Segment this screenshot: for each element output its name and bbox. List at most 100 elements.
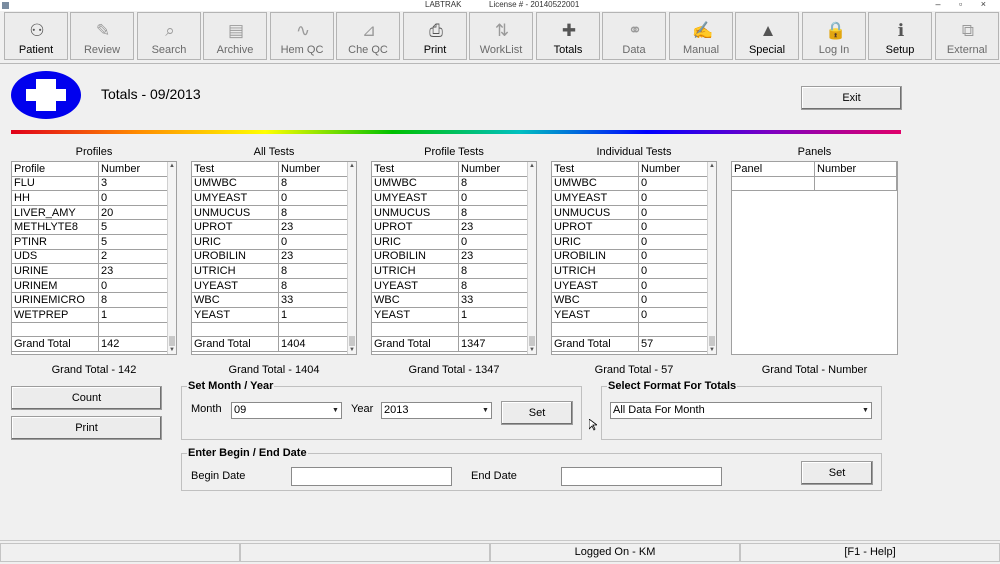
table-row[interactable]: UNMUCUS 8 (372, 205, 534, 221)
table-row[interactable]: UROBILIN 23 (192, 249, 354, 265)
table-row[interactable]: PTINR 5 (12, 234, 174, 250)
toolbar-archive-button[interactable]: ▤ Archive (203, 12, 267, 60)
scroll-up-icon[interactable]: ▲ (709, 163, 715, 169)
toolbar-che-qc-button[interactable]: ⊿ Che QC (336, 12, 400, 60)
table-row[interactable]: URINEM 0 (12, 278, 174, 294)
table-row[interactable]: UMYEAST 0 (552, 190, 714, 206)
table-row[interactable]: WETPREP 1 (12, 307, 174, 323)
table-row[interactable]: WBC 33 (192, 292, 354, 308)
print-button[interactable]: Print (11, 416, 162, 440)
column-header[interactable]: Test (192, 162, 279, 177)
table-row[interactable]: UTRICH 0 (552, 263, 714, 279)
table-row[interactable] (372, 322, 534, 338)
column-header[interactable]: Number (98, 162, 174, 177)
table-row[interactable]: UMWBC 8 (372, 176, 534, 192)
scroll-down-icon[interactable]: ▼ (169, 347, 175, 353)
exit-button[interactable]: Exit (801, 86, 902, 110)
table-row[interactable]: URIC 0 (552, 234, 714, 250)
table-row[interactable]: UYEAST 8 (372, 278, 534, 294)
all-tests-grid[interactable]: Test Number UMWBC 8 UMYEAST 0 UNMUCUS 8 UPROT 23 U… (191, 161, 357, 355)
scroll-down-icon[interactable]: ▼ (709, 347, 715, 353)
set-date-range-button[interactable]: Set (801, 461, 873, 485)
panels-grid[interactable]: Panel Number (731, 161, 898, 355)
scroll-down-icon[interactable]: ▼ (529, 347, 535, 353)
table-row[interactable]: UYEAST 8 (192, 278, 354, 294)
scroll-up-icon[interactable]: ▲ (529, 163, 535, 169)
table-row[interactable]: UTRICH 8 (192, 263, 354, 279)
table-row[interactable]: UYEAST 0 (552, 278, 714, 294)
format-select[interactable]: All Data For Month ▼ (610, 402, 872, 419)
table-row[interactable]: LIVER_AMY 20 (12, 205, 174, 221)
chevron-down-icon[interactable]: ▼ (331, 405, 340, 416)
table-row[interactable]: UNMUCUS 8 (192, 205, 354, 221)
table-row[interactable]: UROBILIN 0 (552, 249, 714, 265)
chevron-down-icon[interactable]: ▼ (861, 405, 870, 416)
table-row[interactable]: UMYEAST 0 (372, 190, 534, 206)
scroll-thumb[interactable] (529, 336, 535, 346)
count-button[interactable]: Count (11, 386, 162, 410)
column-header[interactable]: Number (458, 162, 534, 177)
toolbar-patient-button[interactable]: ⚇ Patient (4, 12, 68, 60)
toolbar-totals-button[interactable]: ✚ Totals (536, 12, 600, 60)
table-row[interactable]: UTRICH 8 (372, 263, 534, 279)
toolbar-hem-qc-button[interactable]: ∿ Hem QC (270, 12, 334, 60)
table-row[interactable] (192, 322, 354, 338)
table-row[interactable]: WBC 33 (372, 292, 534, 308)
table-row[interactable]: FLU 3 (12, 176, 174, 192)
table-row[interactable]: Grand Total 142 (12, 336, 174, 352)
profiles-grid[interactable]: Profile Number FLU 3 HH 0 LIVER_AMY 20 METHLYTE8… (11, 161, 177, 355)
table-row[interactable]: UPROT 0 (552, 219, 714, 235)
table-row[interactable]: HH 0 (12, 190, 174, 206)
toolbar-special-button[interactable]: ▲ Special (735, 12, 799, 60)
individual-tests-grid[interactable]: Test Number UMWBC 0 UMYEAST 0 UNMUCUS 0 UPROT 0 UR… (551, 161, 717, 355)
scroll-thumb[interactable] (169, 336, 175, 346)
toolbar-worklist-button[interactable]: ⇅ WorkList (469, 12, 533, 60)
column-header[interactable]: Profile (12, 162, 99, 177)
table-row[interactable]: YEAST 1 (192, 307, 354, 323)
column-header[interactable]: Test (552, 162, 639, 177)
scroll-up-icon[interactable]: ▲ (169, 163, 175, 169)
window-controls[interactable]: – ▫ × (936, 0, 994, 9)
toolbar-manual-button[interactable]: ✍ Manual (669, 12, 733, 60)
table-row[interactable]: METHLYTE8 5 (12, 219, 174, 235)
vertical-scrollbar[interactable]: ▲ ▼ (167, 162, 176, 354)
table-row[interactable]: UDS 2 (12, 249, 174, 265)
scroll-up-icon[interactable]: ▲ (349, 163, 355, 169)
toolbar-review-button[interactable]: ✎ Review (70, 12, 134, 60)
column-header[interactable]: Number (814, 162, 897, 177)
vertical-scrollbar[interactable]: ▲ ▼ (347, 162, 356, 354)
month-select[interactable]: 09 ▼ (231, 402, 342, 419)
table-row[interactable]: Grand Total 57 (552, 336, 714, 352)
toolbar-setup-button[interactable]: ℹ Setup (868, 12, 932, 60)
table-row[interactable]: UMWBC 0 (552, 176, 714, 192)
table-row[interactable]: UPROT 23 (372, 219, 534, 235)
table-row[interactable]: YEAST 0 (552, 307, 714, 323)
toolbar-search-button[interactable]: ⌕ Search (137, 12, 201, 60)
scroll-down-icon[interactable]: ▼ (349, 347, 355, 353)
toolbar-print-button[interactable]: ⎙ Print (403, 12, 467, 60)
table-row[interactable]: YEAST 1 (372, 307, 534, 323)
column-header[interactable]: Number (638, 162, 714, 177)
table-row[interactable] (12, 322, 174, 338)
table-row[interactable]: URIC 0 (372, 234, 534, 250)
table-row[interactable]: Grand Total 1404 (192, 336, 354, 352)
toolbar-data-button[interactable]: ⚭ Data (602, 12, 666, 60)
vertical-scrollbar[interactable]: ▲ ▼ (707, 162, 716, 354)
vertical-scrollbar[interactable]: ▲ ▼ (527, 162, 536, 354)
table-row[interactable]: WBC 0 (552, 292, 714, 308)
year-select[interactable]: 2013 ▼ (381, 402, 492, 419)
table-row[interactable] (732, 176, 897, 192)
set-month-year-button[interactable]: Set (501, 401, 573, 425)
table-row[interactable]: UPROT 23 (192, 219, 354, 235)
table-row[interactable]: UROBILIN 23 (372, 249, 534, 265)
toolbar-external-button[interactable]: ⧉ External (935, 12, 999, 60)
end-date-input[interactable] (561, 467, 722, 486)
column-header[interactable]: Number (278, 162, 354, 177)
table-row[interactable]: UMWBC 8 (192, 176, 354, 192)
table-row[interactable]: UMYEAST 0 (192, 190, 354, 206)
column-header[interactable]: Test (372, 162, 459, 177)
table-row[interactable]: URIC 0 (192, 234, 354, 250)
toolbar-log-in-button[interactable]: 🔒 Log In (802, 12, 866, 60)
table-row[interactable]: Grand Total 1347 (372, 336, 534, 352)
column-header[interactable]: Panel (732, 162, 816, 177)
